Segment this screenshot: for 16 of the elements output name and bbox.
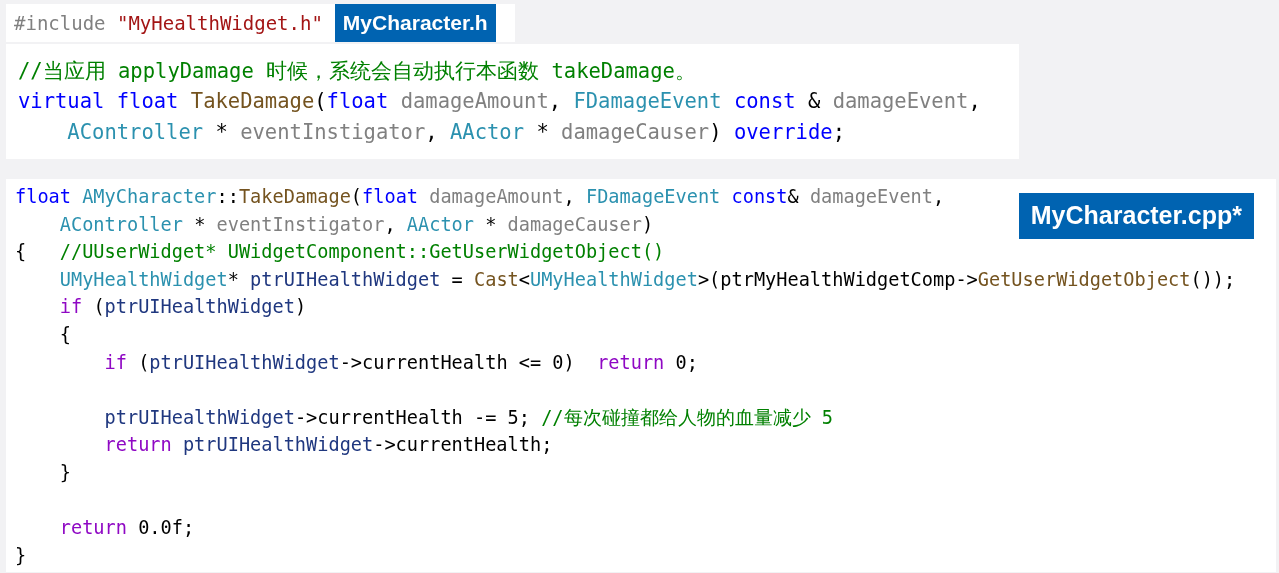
code-line: return 0.0f;: [58, 516, 195, 541]
code-line: return ptrUIHealthWidget->currentHealth;: [103, 433, 553, 458]
code-line: if (ptrUIHealthWidget): [58, 295, 307, 320]
code-line: AController * eventInstigator, AActor * damageCauser) override;: [66, 118, 845, 146]
code-line: AController * eventInstigator, AActor * damageCauser): [58, 212, 654, 237]
code-line: { //UUserWidget* UWidgetComponent::GetUserWidgetObject(): [15, 240, 665, 265]
code-line: float AMyCharacter::TakeDamage(float damageAmount, FDamageEvent const& damageEvent,: [15, 185, 945, 209]
code-line: UMyHealthWidget* ptrUIHealthWidget = Cast<UMyHealthWidget>(ptrMyHealthWidgetComp->GetUserWidgetObject());: [58, 267, 1236, 292]
code-line: //当应用 applyDamage 时候，系统会自动执行本函数 takeDamage。: [18, 57, 696, 85]
code-line: }: [58, 460, 71, 485]
code-line: {: [58, 322, 71, 347]
code-line: }: [15, 543, 27, 568]
code-line: ptrUIHealthWidget->currentHealth -= 5; //每次碰撞都给人物的血量减少 5: [103, 405, 833, 430]
code-line: if (ptrUIHealthWidget->currentHealth <= 0) return 0;: [103, 350, 698, 375]
include-line: #include "MyHealthWidget.h": [14, 10, 323, 36]
code-line: virtual float TakeDamage(float damageAmount, FDamageEvent const & damageEvent,: [18, 88, 981, 115]
